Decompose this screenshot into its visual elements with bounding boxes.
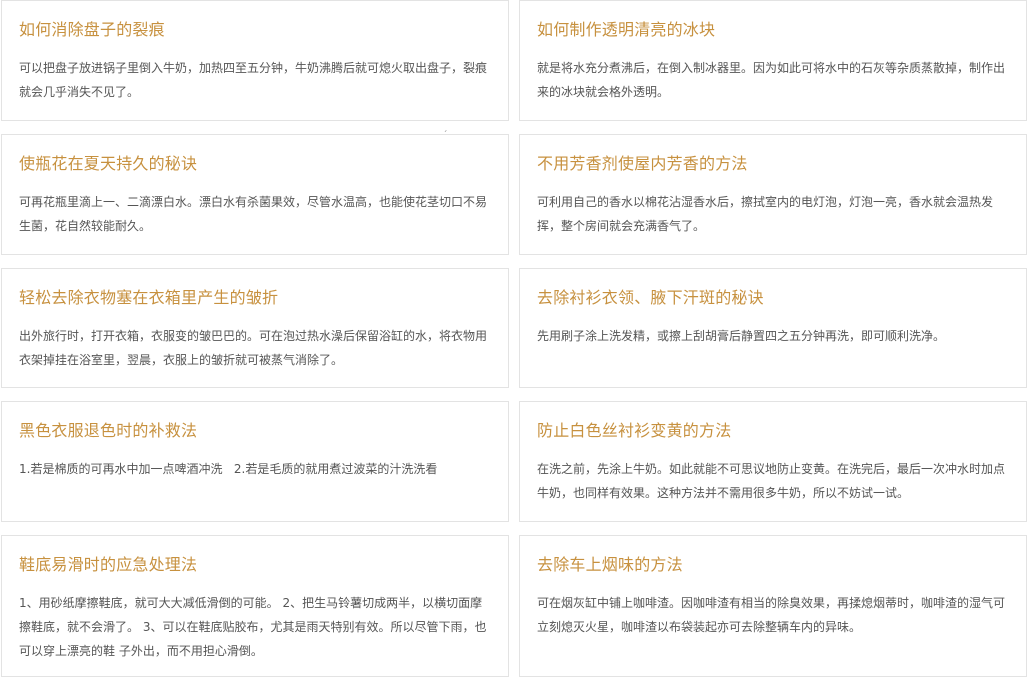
tip-description: 先用刷子涂上洗发精，或擦上刮胡膏后静置四之五分钟再洗，即可顺利洗净。: [537, 329, 946, 343]
tip-card[interactable]: 不用芳香剂使屋内芳香的方法 可利用自己的香水以棉花沾湿香水后，擦拭室内的电灯泡，…: [519, 134, 1027, 255]
tip-card[interactable]: 轻松去除衣物塞在衣箱里产生的皱折 出外旅行时，打开衣箱，衣服变的皱巴巴的。可在泡…: [1, 268, 509, 388]
tip-card[interactable]: 去除衬衫衣领、腋下汗斑的秘诀 先用刷子涂上洗发精，或擦上刮胡膏后静置四之五分钟再…: [519, 268, 1027, 388]
tip-title[interactable]: 如何制作透明清亮的冰块: [537, 20, 715, 40]
tip-title[interactable]: 去除衬衫衣领、腋下汗斑的秘诀: [537, 288, 764, 308]
tip-card[interactable]: 去除车上烟味的方法 可在烟灰缸中铺上咖啡渣。因咖啡渣有相当的除臭效果，再揉熄烟蒂…: [519, 535, 1027, 677]
tip-description: 可利用自己的香水以棉花沾湿香水后，擦拭室内的电灯泡，灯泡一亮，香水就会温热发挥，…: [537, 195, 994, 233]
tip-title[interactable]: 黑色衣服退色时的补救法: [19, 421, 197, 441]
tip-card[interactable]: 鞋底易滑时的应急处理法 1、用砂纸摩擦鞋底，就可大大减低滑倒的可能。 2、把生马…: [1, 535, 509, 677]
tip-title[interactable]: 鞋底易滑时的应急处理法: [19, 555, 197, 575]
tip-title[interactable]: 不用芳香剂使屋内芳香的方法: [537, 154, 748, 174]
tip-title[interactable]: 去除车上烟味的方法: [537, 555, 683, 575]
tip-description: 在洗之前，先涂上牛奶。如此就能不可思议地防止变黄。在洗完后，最后一次冲水时加点牛…: [537, 462, 1006, 500]
tips-grid: 如何消除盘子的裂痕 可以把盘子放进锅子里倒入牛奶，加热四至五分钟，牛奶沸腾后就可…: [1, 0, 1027, 677]
tip-description: 可在烟灰缸中铺上咖啡渣。因咖啡渣有相当的除臭效果，再揉熄烟蒂时，咖啡渣的湿气可立…: [537, 596, 1006, 634]
tip-description: 可再花瓶里滴上一、二滴漂白水。漂白水有杀菌果效，尽管水温高，也能使花茎切口不易生…: [19, 195, 488, 233]
tip-title[interactable]: 使瓶花在夏天持久的秘诀: [19, 154, 197, 174]
tip-description: 1.若是棉质的可再水中加一点啤酒冲洗 2.若是毛质的就用煮过波菜的汁洗洗看: [19, 462, 438, 476]
tip-card[interactable]: 如何消除盘子的裂痕 可以把盘子放进锅子里倒入牛奶，加热四至五分钟，牛奶沸腾后就可…: [1, 0, 509, 121]
tip-description: 可以把盘子放进锅子里倒入牛奶，加热四至五分钟，牛奶沸腾后就可熄火取出盘子，裂痕就…: [19, 61, 488, 99]
tip-card[interactable]: 使瓶花在夏天持久的秘诀 可再花瓶里滴上一、二滴漂白水。漂白水有杀菌果效，尽管水温…: [1, 134, 509, 255]
tip-title[interactable]: 防止白色丝衬衫变黄的方法: [537, 421, 731, 441]
stray-mark: ˏ: [443, 123, 448, 133]
tip-description: 出外旅行时，打开衣箱，衣服变的皱巴巴的。可在泡过热水澡后保留浴缸的水，将衣物用衣…: [19, 329, 488, 367]
tip-card[interactable]: 黑色衣服退色时的补救法 1.若是棉质的可再水中加一点啤酒冲洗 2.若是毛质的就用…: [1, 401, 509, 522]
tip-card[interactable]: 如何制作透明清亮的冰块 就是将水充分煮沸后，在倒入制冰器里。因为如此可将水中的石…: [519, 0, 1027, 121]
tip-description: 1、用砂纸摩擦鞋底，就可大大减低滑倒的可能。 2、把生马铃薯切成两半，以横切面摩…: [19, 596, 487, 658]
tip-title[interactable]: 如何消除盘子的裂痕: [19, 20, 165, 40]
tip-card[interactable]: 防止白色丝衬衫变黄的方法 在洗之前，先涂上牛奶。如此就能不可思议地防止变黄。在洗…: [519, 401, 1027, 522]
tip-title[interactable]: 轻松去除衣物塞在衣箱里产生的皱折: [19, 288, 278, 308]
tip-description: 就是将水充分煮沸后，在倒入制冰器里。因为如此可将水中的石灰等杂质蒸散掉，制作出来…: [537, 61, 1006, 99]
